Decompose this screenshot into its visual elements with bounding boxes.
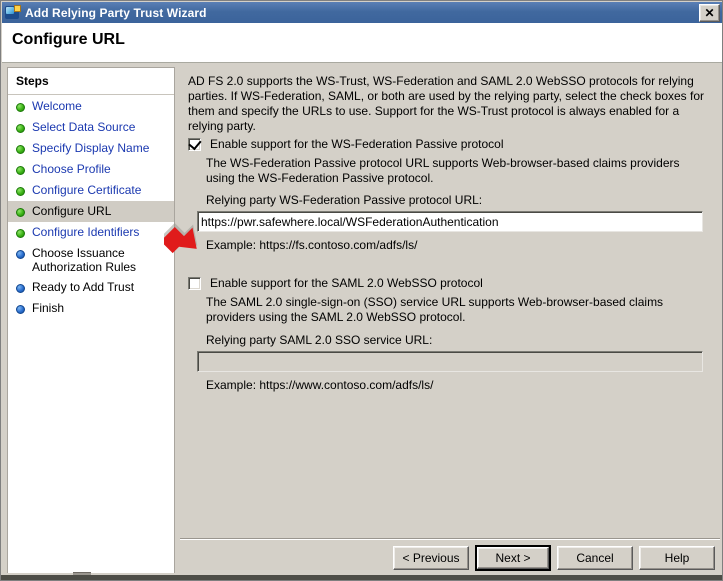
wsfed-example-text: Example: https://fs.contoso.com/adfs/ls/ (206, 238, 418, 252)
sidebar-item-label: Welcome (32, 99, 82, 113)
saml-checkbox-row[interactable]: Enable support for the SAML 2.0 WebSSO p… (188, 276, 483, 290)
help-button[interactable]: Help (639, 546, 715, 570)
network-globe-icon (5, 4, 21, 21)
step-status-dot-icon (16, 187, 25, 196)
step-status-dot-icon (16, 250, 25, 259)
steps-list: Welcome Select Data Source Specify Displ… (8, 96, 174, 319)
page-header: Configure URL (2, 23, 722, 63)
step-status-dot-icon (16, 166, 25, 175)
step-status-dot-icon (16, 145, 25, 154)
page-title: Configure URL (12, 31, 125, 48)
sidebar-item-welcome[interactable]: Welcome (8, 96, 174, 117)
step-status-dot-icon (16, 124, 25, 133)
sidebar-item-configure-url[interactable]: Configure URL (8, 201, 174, 222)
step-status-dot-icon (16, 208, 25, 217)
wsfed-checkbox[interactable] (188, 136, 202, 151)
saml-checkbox-label: Enable support for the SAML 2.0 WebSSO p… (210, 276, 483, 290)
saml-example-text: Example: https://www.contoso.com/adfs/ls… (206, 378, 434, 392)
content-divider (180, 538, 720, 541)
sidebar-item-configure-certificate[interactable]: Configure Certificate (8, 180, 174, 201)
steps-heading: Steps (16, 74, 49, 88)
window-title: Add Relying Party Trust Wizard (25, 5, 207, 20)
sidebar-item-ready-to-add-trust[interactable]: Ready to Add Trust (8, 277, 174, 298)
sidebar-item-label: Specify Display Name (32, 141, 150, 155)
steps-panel: Steps Welcome Select Data Source Specify… (7, 67, 175, 576)
dialog-body: Steps Welcome Select Data Source Specify… (2, 64, 722, 580)
close-button[interactable]: ✕ (699, 3, 720, 22)
content-inner: AD FS 2.0 supports the WS-Trust, WS-Fede… (180, 67, 720, 537)
cancel-button[interactable]: Cancel (557, 546, 633, 570)
wsfed-url-label: Relying party WS-Federation Passive prot… (206, 193, 483, 207)
next-button-label: Next > (477, 547, 549, 569)
step-status-dot-icon (16, 229, 25, 238)
saml-description: The SAML 2.0 single-sign-on (SSO) servic… (206, 295, 664, 324)
step-status-dot-icon (16, 103, 25, 112)
intro-paragraph: AD FS 2.0 supports the WS-Trust, WS-Fede… (188, 74, 705, 133)
sidebar-item-choose-issuance-authorization-rules[interactable]: Choose Issuance Authorization Rules (8, 243, 174, 277)
wsfed-description: The WS-Federation Passive protocol URL s… (206, 156, 680, 185)
relying-party-saml-sso-url-input[interactable] (197, 351, 703, 372)
step-status-dot-icon (16, 305, 25, 314)
content-panel: AD FS 2.0 supports the WS-Trust, WS-Fede… (180, 67, 720, 576)
sidebar-item-label: Choose Profile (32, 162, 111, 176)
relying-party-wsfed-url-input[interactable]: https://pwr.safewhere.local/WSFederation… (197, 211, 703, 232)
sidebar-item-finish[interactable]: Finish (8, 298, 174, 319)
sidebar-item-label: Configure Certificate (32, 183, 142, 197)
window-bottom-shadow (1, 575, 722, 580)
sidebar-item-choose-profile[interactable]: Choose Profile (8, 159, 174, 180)
sidebar-item-label: Finish (32, 301, 65, 315)
wsfed-checkbox-label: Enable support for the WS-Federation Pas… (210, 137, 504, 151)
next-button[interactable]: Next > (475, 545, 551, 571)
sidebar-item-label: Choose Issuance Authorization Rules (32, 246, 137, 274)
wizard-window: Add Relying Party Trust Wizard ✕ Configu… (0, 0, 723, 581)
steps-divider (8, 94, 174, 95)
title-bar: Add Relying Party Trust Wizard ✕ (2, 2, 722, 23)
sidebar-item-label: Configure URL (32, 204, 112, 218)
step-status-dot-icon (16, 284, 25, 293)
sidebar-item-label: Ready to Add Trust (32, 280, 135, 294)
saml-url-label: Relying party SAML 2.0 SSO service URL: (206, 333, 433, 347)
saml-checkbox[interactable] (188, 277, 201, 290)
sidebar-item-configure-identifiers[interactable]: Configure Identifiers (8, 222, 174, 243)
sidebar-item-specify-display-name[interactable]: Specify Display Name (8, 138, 174, 159)
wsfed-checkbox-row[interactable]: Enable support for the WS-Federation Pas… (188, 136, 504, 151)
button-bar: < Previous Next > Cancel Help (180, 542, 720, 576)
sidebar-item-label: Select Data Source (32, 120, 136, 134)
sidebar-item-select-data-source[interactable]: Select Data Source (8, 117, 174, 138)
previous-button[interactable]: < Previous (393, 546, 469, 570)
sidebar-item-label: Configure Identifiers (32, 225, 140, 239)
